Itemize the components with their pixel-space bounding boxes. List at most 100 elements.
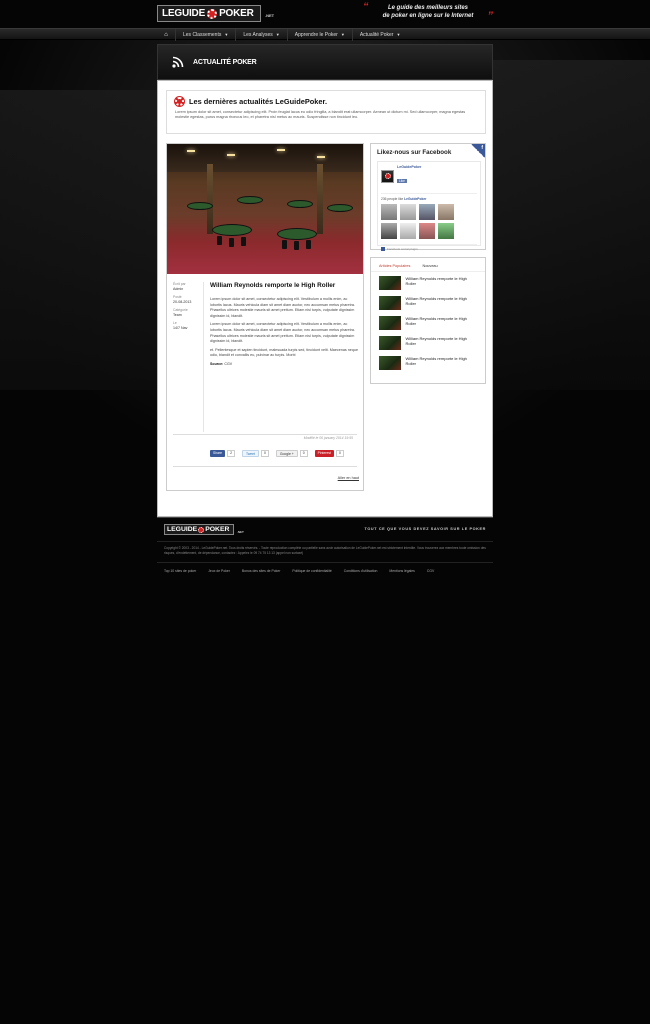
back-to-top-link[interactable]: Aller en haut — [338, 476, 359, 480]
modified-date: Modifié le 06 january 2014 19:55 — [303, 436, 353, 440]
footer-tagline: TOUT CE QUE VOUS DEVEZ SAVOIR SUR LE POK… — [364, 527, 486, 531]
meta-label: Catégorie — [173, 308, 188, 312]
fan-avatar[interactable] — [438, 204, 454, 220]
caret-down-icon: ▼ — [224, 32, 229, 37]
caret-down-icon: ▼ — [340, 32, 345, 37]
nav-item-classements[interactable]: Les Classements ▼ — [175, 29, 235, 41]
footer-link[interactable]: Top 10 sites de poker — [164, 569, 196, 573]
image-chair — [282, 240, 287, 249]
article-meta: Écrit par Admin Posté 20-08-2013 Catégor… — [173, 282, 203, 330]
article-thumbnail — [379, 296, 401, 310]
article-card: Écrit par Admin Posté 20-08-2013 Catégor… — [166, 143, 364, 491]
image-ceiling — [167, 144, 363, 172]
footer-logo-suffix: .NET — [237, 530, 244, 534]
list-item[interactable]: William Reynolds remporte le High Roller — [379, 356, 477, 372]
tweet-button[interactable]: Tweet — [241, 450, 259, 457]
list-item[interactable]: William Reynolds remporte le High Roller — [379, 316, 477, 332]
facebook-like-count: 236 people like LeGuidePoker — [381, 193, 477, 201]
facebook-plugin-label: Facebook social plugin — [381, 244, 477, 252]
intro-heading-text: Les dernières actualités LeGuidePoker. — [189, 97, 328, 106]
meta-author[interactable]: Admin — [173, 287, 203, 291]
tagline-line-1: Le guide des meilleurs sites — [387, 5, 469, 11]
list-item[interactable]: William Reynolds remporte le High Roller — [379, 276, 477, 292]
list-item[interactable]: William Reynolds remporte le High Roller — [379, 296, 477, 312]
fan-avatar[interactable] — [419, 223, 435, 239]
caret-down-icon: ▼ — [275, 32, 280, 37]
fan-avatar[interactable] — [438, 223, 454, 239]
google-plus-button[interactable]: Google + — [275, 450, 298, 457]
pinterest-button[interactable]: Pinterest — [314, 450, 335, 457]
facebook-icon: f — [471, 144, 485, 158]
footer-link[interactable]: Bonus des sites de Poker — [242, 569, 280, 573]
footer-copyright: Copyright © 2003 - 2014 - LeGuidePoker.n… — [164, 546, 486, 555]
facebook-like-button[interactable]: Like — [397, 179, 407, 183]
poker-chip-icon — [207, 8, 218, 19]
poker-chip-icon — [384, 173, 391, 179]
page-title-bar: ACTUALITÉ POKER — [157, 44, 493, 80]
main-nav: ⌂ Les Classements ▼ Les Analyses ▼ Apprend… — [157, 29, 407, 41]
quote-open-icon: “ — [363, 1, 369, 13]
fan-avatar[interactable] — [400, 204, 416, 220]
fan-avatar[interactable] — [381, 223, 397, 239]
article-image[interactable] — [167, 144, 363, 274]
intro-box: Les dernières actualités LeGuidePoker. L… — [166, 90, 486, 134]
footer-link[interactable]: CGV — [427, 569, 434, 573]
image-light — [277, 149, 285, 151]
nav-item-analyses[interactable]: Les Analyses ▼ — [235, 29, 286, 41]
facebook-small-icon — [381, 247, 385, 252]
fan-avatar[interactable] — [419, 204, 435, 220]
fan-avatar[interactable] — [400, 223, 416, 239]
article-thumbnail — [379, 276, 401, 290]
image-pillar — [207, 164, 213, 234]
main-nav-bar: ⌂ Les Classements ▼ Les Analyses ▼ Apprend… — [0, 28, 650, 41]
list-item[interactable]: William Reynolds remporte le High Roller — [379, 336, 477, 352]
fan-avatar[interactable] — [381, 204, 397, 220]
image-chair — [294, 241, 299, 250]
meta-category[interactable]: Team — [173, 313, 203, 317]
image-light — [227, 154, 235, 156]
source-label: Source: — [210, 361, 224, 366]
footer-link[interactable]: Jeux de Poker — [208, 569, 230, 573]
meta-label: Écrit par — [173, 282, 186, 286]
intro-text: Lorem ipsum dolor sit amet, consectetur … — [175, 110, 466, 119]
facebook-page-name[interactable]: LeGuidePoker — [397, 165, 421, 169]
tab-popular[interactable]: Articles Populaires — [379, 264, 410, 268]
image-table — [187, 202, 213, 210]
twitter-share: Tweet 0 — [241, 450, 269, 457]
home-icon[interactable]: ⌂ — [157, 29, 175, 41]
facebook-widget: Likez-nous sur Facebook f LeGuidePoker L… — [370, 143, 486, 252]
google-share: Google + 0 — [275, 450, 308, 457]
footer-logo[interactable]: LEGUIDE POKER — [164, 524, 234, 535]
nav-item-apprendre[interactable]: Apprendre le Poker ▼ — [286, 29, 352, 41]
article-paragraph: et. Pellentesque et sapien tincidunt, ma… — [210, 347, 359, 358]
quote-close-icon: ” — [487, 10, 494, 22]
tab-new[interactable]: Nouveau — [422, 264, 437, 268]
footer-link[interactable]: Conditions d'utilisation — [344, 569, 378, 573]
nav-label: Les Classements — [183, 32, 222, 38]
nav-label: Actualité Poker — [359, 32, 394, 38]
footer-link[interactable]: Mentions légales — [389, 569, 414, 573]
caret-down-icon: ▼ — [396, 32, 401, 37]
article-thumbnail — [379, 356, 401, 370]
meta-label: Le — [173, 321, 177, 325]
intro-heading: Les dernières actualités LeGuidePoker. — [175, 97, 477, 106]
share-count: 0 — [336, 450, 344, 457]
article-body: William Reynolds remporte le High Roller… — [210, 282, 360, 366]
list-item-title: William Reynolds remporte le High Roller — [405, 356, 467, 367]
nav-item-actualite[interactable]: Actualité Poker ▼ — [351, 29, 408, 41]
article-paragraph: Lorem ipsum dolor sit amet, consectetur … — [210, 297, 355, 318]
facebook-page-avatar[interactable] — [381, 169, 394, 183]
nav-label: Apprendre le Poker — [294, 32, 338, 38]
share-bar: Share 2 Tweet 0 Google + 0 Pinterest 0 — [210, 450, 344, 457]
like-count-page[interactable]: LeGuidePoker — [404, 197, 426, 201]
footer-link[interactable]: Politique de confidentialité — [292, 569, 331, 573]
divider — [157, 541, 493, 542]
site-logo[interactable]: LEGUIDE POKER — [157, 5, 261, 22]
facebook-share-button[interactable]: Share — [210, 450, 226, 457]
footer-top-border — [157, 517, 493, 518]
article-title[interactable]: William Reynolds remporte le High Roller — [210, 282, 360, 289]
logo-text-right: POKER — [219, 8, 254, 19]
poker-chip-icon — [198, 526, 205, 533]
nav-label: Les Analyses — [243, 32, 273, 38]
divider — [157, 562, 493, 563]
